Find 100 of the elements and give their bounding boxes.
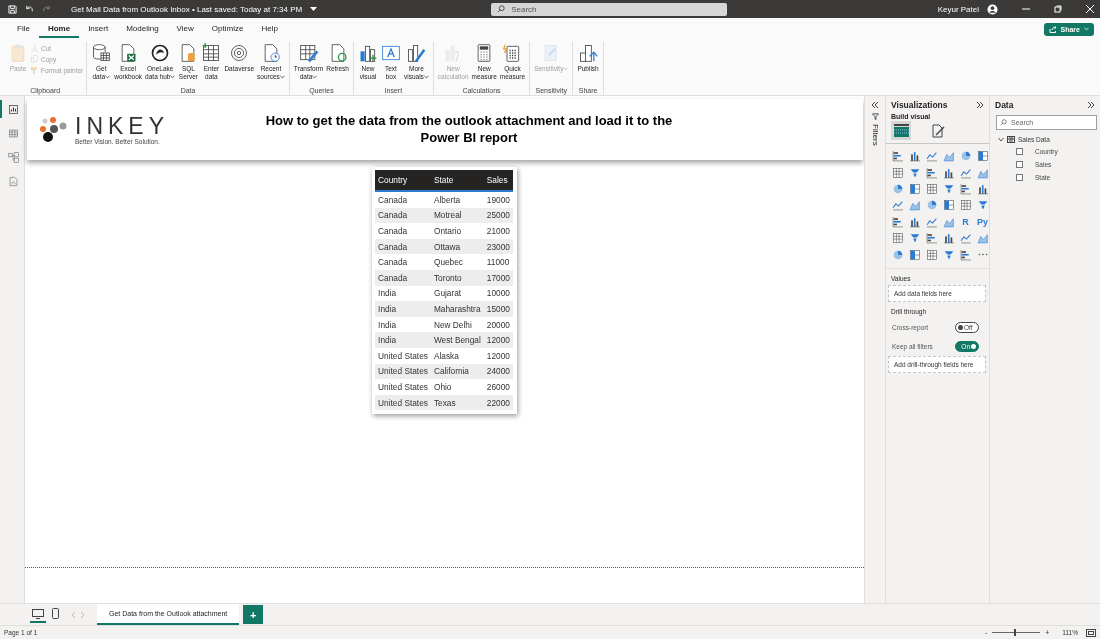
table-cell: India bbox=[375, 332, 431, 348]
search-field[interactable]: Search bbox=[491, 2, 728, 16]
chart-type-icon[interactable] bbox=[908, 215, 921, 229]
avatar-icon[interactable] bbox=[987, 3, 998, 15]
expand-icon[interactable] bbox=[976, 101, 984, 109]
user-name: Keyur Patel bbox=[937, 4, 979, 14]
table-cell: Canada bbox=[375, 191, 431, 208]
table-cell: 12000 bbox=[483, 347, 513, 364]
search-icon bbox=[497, 5, 506, 13]
slider-thumb[interactable] bbox=[1013, 629, 1016, 636]
table-cell: Toronto bbox=[430, 269, 484, 286]
table-cell: 22000 bbox=[483, 394, 513, 411]
chart-type-icon[interactable] bbox=[908, 166, 921, 180]
chart-type-icon[interactable] bbox=[925, 248, 938, 262]
filters-label[interactable]: Filters bbox=[870, 124, 880, 146]
report-view-icon bbox=[7, 103, 19, 115]
checkbox[interactable] bbox=[1016, 161, 1023, 168]
chart-type-icon[interactable] bbox=[908, 231, 921, 245]
table-cell: Motreal bbox=[430, 207, 484, 224]
menu-tab[interactable]: Home bbox=[38, 20, 80, 38]
table-cell: 25000 bbox=[483, 207, 513, 224]
expand-icon[interactable] bbox=[1087, 101, 1095, 109]
minimize-icon[interactable] bbox=[1022, 5, 1030, 13]
table-cell: 26000 bbox=[483, 379, 513, 395]
chart-type-icon[interactable] bbox=[908, 248, 921, 262]
chart-type-icon[interactable] bbox=[976, 182, 989, 196]
chart-type-icon[interactable] bbox=[891, 182, 904, 196]
table-cell: Canada bbox=[375, 254, 431, 270]
menu-tab[interactable]: View bbox=[167, 20, 203, 38]
table-cell: 21000 bbox=[483, 223, 513, 239]
table-cell: 20000 bbox=[483, 316, 513, 333]
chart-type-icon[interactable] bbox=[942, 248, 955, 262]
chart-type-icon[interactable] bbox=[959, 248, 972, 262]
table-cell: West Bengal bbox=[430, 332, 484, 348]
table-cell: India bbox=[375, 285, 431, 302]
chart-type-icon[interactable] bbox=[925, 198, 938, 212]
table-cell: Maharashtra bbox=[430, 301, 484, 317]
table-cell: New Delhi bbox=[430, 316, 484, 333]
copy-icon bbox=[30, 55, 39, 64]
table-cell: 12000 bbox=[483, 332, 513, 348]
menu-tab[interactable]: File bbox=[8, 20, 39, 38]
table-pencil-icon bbox=[298, 43, 319, 63]
chart-type-icon[interactable] bbox=[959, 149, 972, 163]
desktop-view-icon[interactable] bbox=[30, 606, 46, 623]
visual-type-button[interactable]: Py bbox=[976, 215, 989, 229]
save-icon[interactable] bbox=[8, 4, 17, 14]
menu-tab[interactable]: Optimize bbox=[202, 20, 253, 38]
caret-icon[interactable] bbox=[310, 6, 318, 12]
table-cell: Quebec bbox=[430, 254, 484, 270]
chart-type-icon[interactable] bbox=[942, 182, 955, 196]
caret-icon bbox=[1084, 27, 1089, 31]
checkbox[interactable] bbox=[1016, 148, 1023, 155]
fit-page-icon[interactable] bbox=[1086, 628, 1096, 637]
chart-type-icon[interactable] bbox=[976, 149, 989, 163]
table-cell: Canada bbox=[375, 223, 431, 239]
scissors-icon bbox=[30, 44, 39, 53]
table-cell: Canada bbox=[375, 269, 431, 286]
chart-type-icon[interactable] bbox=[908, 182, 921, 196]
menu-tab[interactable]: Help bbox=[252, 20, 287, 38]
table-cell: India bbox=[375, 316, 431, 333]
table-cell: Ottawa bbox=[430, 238, 484, 255]
chart-type-icon[interactable] bbox=[891, 231, 904, 245]
column-header[interactable]: State bbox=[430, 170, 484, 191]
filter-icon bbox=[871, 113, 879, 120]
checkbox[interactable] bbox=[1016, 174, 1023, 181]
chart-type-icon[interactable] bbox=[891, 215, 904, 229]
table-cell: India bbox=[375, 301, 431, 317]
restore-icon[interactable] bbox=[1054, 5, 1062, 13]
chart-type-icon[interactable] bbox=[891, 248, 904, 262]
collapse-icon[interactable] bbox=[871, 101, 879, 109]
chart-type-icon[interactable] bbox=[942, 231, 955, 245]
menu-tab[interactable]: Insert bbox=[79, 20, 118, 38]
build-mode-button[interactable] bbox=[891, 121, 911, 140]
chart-type-icon[interactable] bbox=[959, 198, 972, 212]
chart-type-icon[interactable] bbox=[976, 198, 989, 212]
chart-type-icon[interactable] bbox=[925, 166, 938, 180]
chart-pencil-icon bbox=[406, 43, 427, 63]
publish-icon bbox=[578, 43, 599, 63]
column-header[interactable]: Country bbox=[375, 170, 431, 191]
chart-type-icon[interactable] bbox=[959, 182, 972, 196]
table-cell: United States bbox=[375, 363, 431, 380]
chart-type-icon[interactable] bbox=[891, 149, 904, 163]
chart-type-icon[interactable] bbox=[942, 166, 955, 180]
close-icon[interactable] bbox=[1086, 5, 1094, 13]
chart-type-icon[interactable] bbox=[891, 166, 904, 180]
table-cell: Canada bbox=[375, 238, 431, 255]
database-icon bbox=[91, 43, 112, 63]
visual-type-button[interactable]: R bbox=[959, 215, 972, 229]
undo-icon[interactable] bbox=[25, 4, 34, 14]
add-page-button[interactable]: + bbox=[243, 605, 264, 624]
table-cell: Texas bbox=[430, 394, 484, 411]
chart-type-icon[interactable] bbox=[925, 182, 938, 196]
chart-type-icon[interactable] bbox=[942, 198, 955, 212]
column-header[interactable]: Sales bbox=[483, 170, 513, 191]
redo-icon[interactable] bbox=[42, 4, 51, 14]
chart-type-icon[interactable] bbox=[925, 231, 938, 245]
table-cell: Canada bbox=[375, 207, 431, 224]
cloud-ring-icon bbox=[150, 43, 171, 63]
menu-tab[interactable]: Modeling bbox=[117, 20, 168, 38]
chart-type-icon[interactable] bbox=[908, 149, 921, 163]
